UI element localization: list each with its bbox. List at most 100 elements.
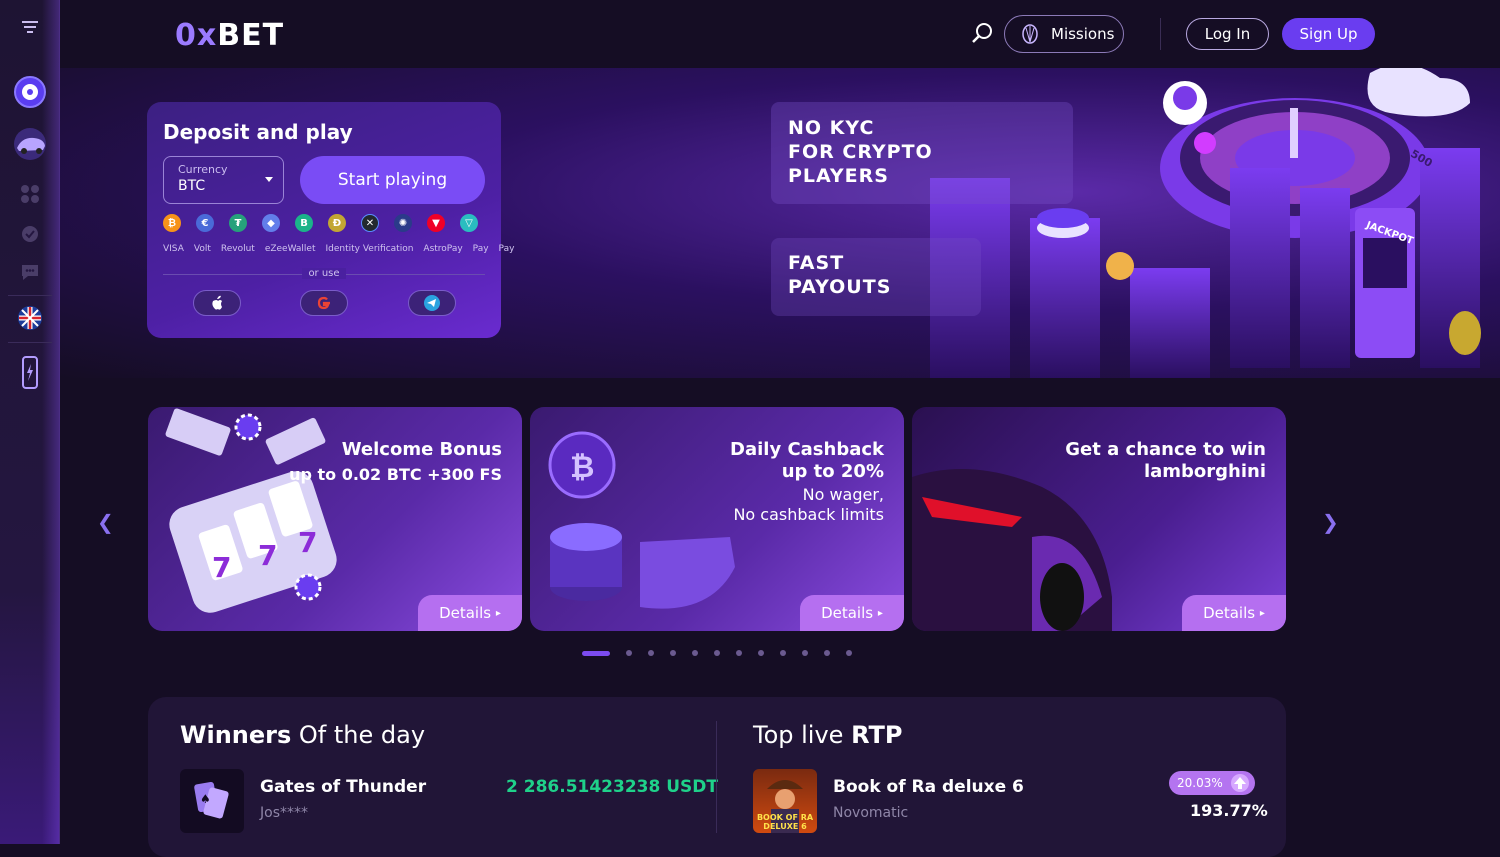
logo[interactable]: 0xBET — [175, 18, 284, 53]
dogecoin-icon: Ð — [328, 214, 346, 232]
carousel-dot[interactable] — [626, 650, 632, 656]
signup-button[interactable]: Sign Up — [1282, 18, 1375, 50]
casino-wheel-icon[interactable] — [12, 74, 48, 110]
payment-methods-row: VISA Volt Revolut eZeeWallet Identity Ve… — [163, 244, 514, 254]
promo-card-welcome[interactable]: 7 7 7 Welcome Bonus up to 0.02 BTC +300 … — [148, 407, 522, 631]
header-divider — [1160, 18, 1161, 50]
rtp-heading-rest: Top live — [753, 721, 852, 749]
svg-text:7: 7 — [298, 526, 317, 559]
cards-icon: ♠ — [194, 781, 229, 819]
winner-game-thumb[interactable]: ♠ — [180, 769, 244, 833]
telegram-login-button[interactable] — [408, 290, 456, 316]
carousel-dot[interactable] — [846, 650, 852, 656]
carousel-dot[interactable] — [582, 650, 610, 656]
rtp-change-value: 20.03% — [1177, 776, 1223, 790]
carousel-prev-button[interactable]: ❮ — [97, 510, 114, 534]
missions-button[interactable]: Missions — [1004, 15, 1124, 53]
chevron-right-icon: ▸ — [877, 607, 883, 619]
identity-verification-logo: Identity Verification — [325, 244, 414, 254]
mobile-app-icon[interactable] — [12, 355, 48, 391]
carousel-dot[interactable] — [648, 650, 654, 656]
cashback-title-2: up to 20% — [781, 461, 884, 482]
details-label: Details — [439, 604, 492, 622]
sidebar — [0, 0, 60, 844]
carousel-dot[interactable] — [736, 650, 742, 656]
svg-text:♠: ♠ — [200, 792, 211, 806]
promo-card-cashback[interactable]: ₿ Daily Cashback up to 20% No wager, No ca… — [530, 407, 904, 631]
welcome-bonus-sub: up to 0.02 BTC +300 FS — [289, 465, 502, 484]
deposit-title: Deposit and play — [163, 120, 353, 144]
ripple-icon: ✕ — [361, 214, 379, 232]
carousel-dot[interactable] — [802, 650, 808, 656]
carousel-dot[interactable] — [692, 650, 698, 656]
deposit-card: Deposit and play Currency BTC Start play… — [147, 102, 514, 338]
winners-heading-rest: Of the day — [291, 721, 426, 749]
lambo-title: Get a chance to win lamborghini — [1065, 439, 1266, 483]
carousel-dot[interactable] — [714, 650, 720, 656]
apple-pay-logo: Pay — [472, 244, 489, 254]
bitcoin-cash-icon: B — [295, 214, 313, 232]
carousel-next-button[interactable]: ❯ — [1322, 510, 1339, 534]
google-login-button[interactable] — [300, 290, 348, 316]
sidebar-divider — [8, 295, 52, 296]
cardano-icon: ✺ — [394, 214, 412, 232]
promo-card-lamborghini[interactable]: Get a chance to win lamborghini Details ▸ — [912, 407, 1286, 631]
carousel-dot[interactable] — [670, 650, 676, 656]
currency-select[interactable]: Currency BTC — [163, 156, 284, 204]
carousel-dot[interactable] — [758, 650, 764, 656]
rtp-provider: Novomatic — [833, 805, 909, 821]
settings-badge-icon[interactable] — [12, 216, 48, 252]
tether-icon: ₮ — [229, 214, 247, 232]
crypto-coins-row: ₿ € ₮ ◆ B Ð ✕ ✺ ▼ ▽ — [163, 214, 478, 232]
tron-icon: ▼ — [427, 214, 445, 232]
bitcoin-icon: ₿ — [163, 214, 181, 232]
google-pay-logo: Pay — [498, 244, 515, 254]
menu-toggle-icon[interactable] — [12, 8, 48, 44]
details-button[interactable]: Details ▸ — [418, 595, 522, 631]
logo-text: BET — [217, 18, 285, 53]
chevron-right-icon: ▸ — [495, 607, 501, 619]
missions-shell-icon — [1022, 24, 1038, 44]
rtp-change-badge: 20.03% — [1169, 771, 1255, 795]
uk-flag-language-icon[interactable] — [12, 300, 48, 336]
rtp-game-thumb[interactable]: BOOK OF RA DELUXE 6 — [753, 769, 817, 833]
apple-login-button[interactable] — [193, 290, 241, 316]
games-grid-icon[interactable] — [12, 176, 48, 212]
cashback-title: Daily Cashback up to 20% — [730, 439, 884, 483]
details-button[interactable]: Details ▸ — [800, 595, 904, 631]
currency-label: Currency — [178, 163, 228, 176]
google-icon — [317, 296, 330, 310]
revolut-logo: Revolut — [220, 244, 255, 254]
banner-line-2: FOR CRYPTO — [788, 141, 933, 163]
chat-icon[interactable] — [12, 254, 48, 290]
svg-text:7: 7 — [258, 539, 277, 572]
svg-text:₿: ₿ — [570, 450, 594, 485]
carousel-dot[interactable] — [824, 650, 830, 656]
winner-game-name[interactable]: Gates of Thunder — [260, 777, 426, 797]
svg-text:7: 7 — [212, 551, 231, 584]
or-use-label: or use — [302, 268, 346, 279]
ezeewallet-logo: eZeeWallet — [264, 244, 316, 254]
carousel-dot[interactable] — [780, 650, 786, 656]
rtp-thumb-title: BOOK OF RA DELUXE 6 — [756, 813, 814, 831]
winners-heading: Winners Of the day — [180, 721, 425, 749]
car-promo-icon[interactable] — [12, 126, 48, 162]
login-button[interactable]: Log In — [1186, 18, 1269, 50]
details-button[interactable]: Details ▸ — [1182, 595, 1286, 631]
toncoin-icon: ▽ — [460, 214, 478, 232]
banner-line-4: FAST — [788, 252, 845, 274]
cashback-sub: No wager, No cashback limits — [733, 485, 884, 525]
winner-amount: 2 286.51423238 USDT — [506, 777, 718, 797]
chevron-down-icon — [265, 177, 273, 182]
banner-line-5: PAYOUTS — [788, 276, 892, 298]
stats-panel: Winners Of the day ♠ Gates of Thunder Jo… — [148, 697, 1286, 857]
banner-line-3: PLAYERS — [788, 165, 889, 187]
start-playing-button[interactable]: Start playing — [300, 156, 485, 204]
panel-divider — [716, 721, 717, 833]
banner-line-1: NO KYC — [788, 117, 875, 139]
volt-logo: Volt — [193, 244, 211, 254]
search-icon[interactable] — [970, 20, 996, 46]
winner-username: Jos**** — [260, 805, 308, 821]
euro-icon: € — [196, 214, 214, 232]
rtp-game-name[interactable]: Book of Ra deluxe 6 — [833, 777, 1024, 797]
